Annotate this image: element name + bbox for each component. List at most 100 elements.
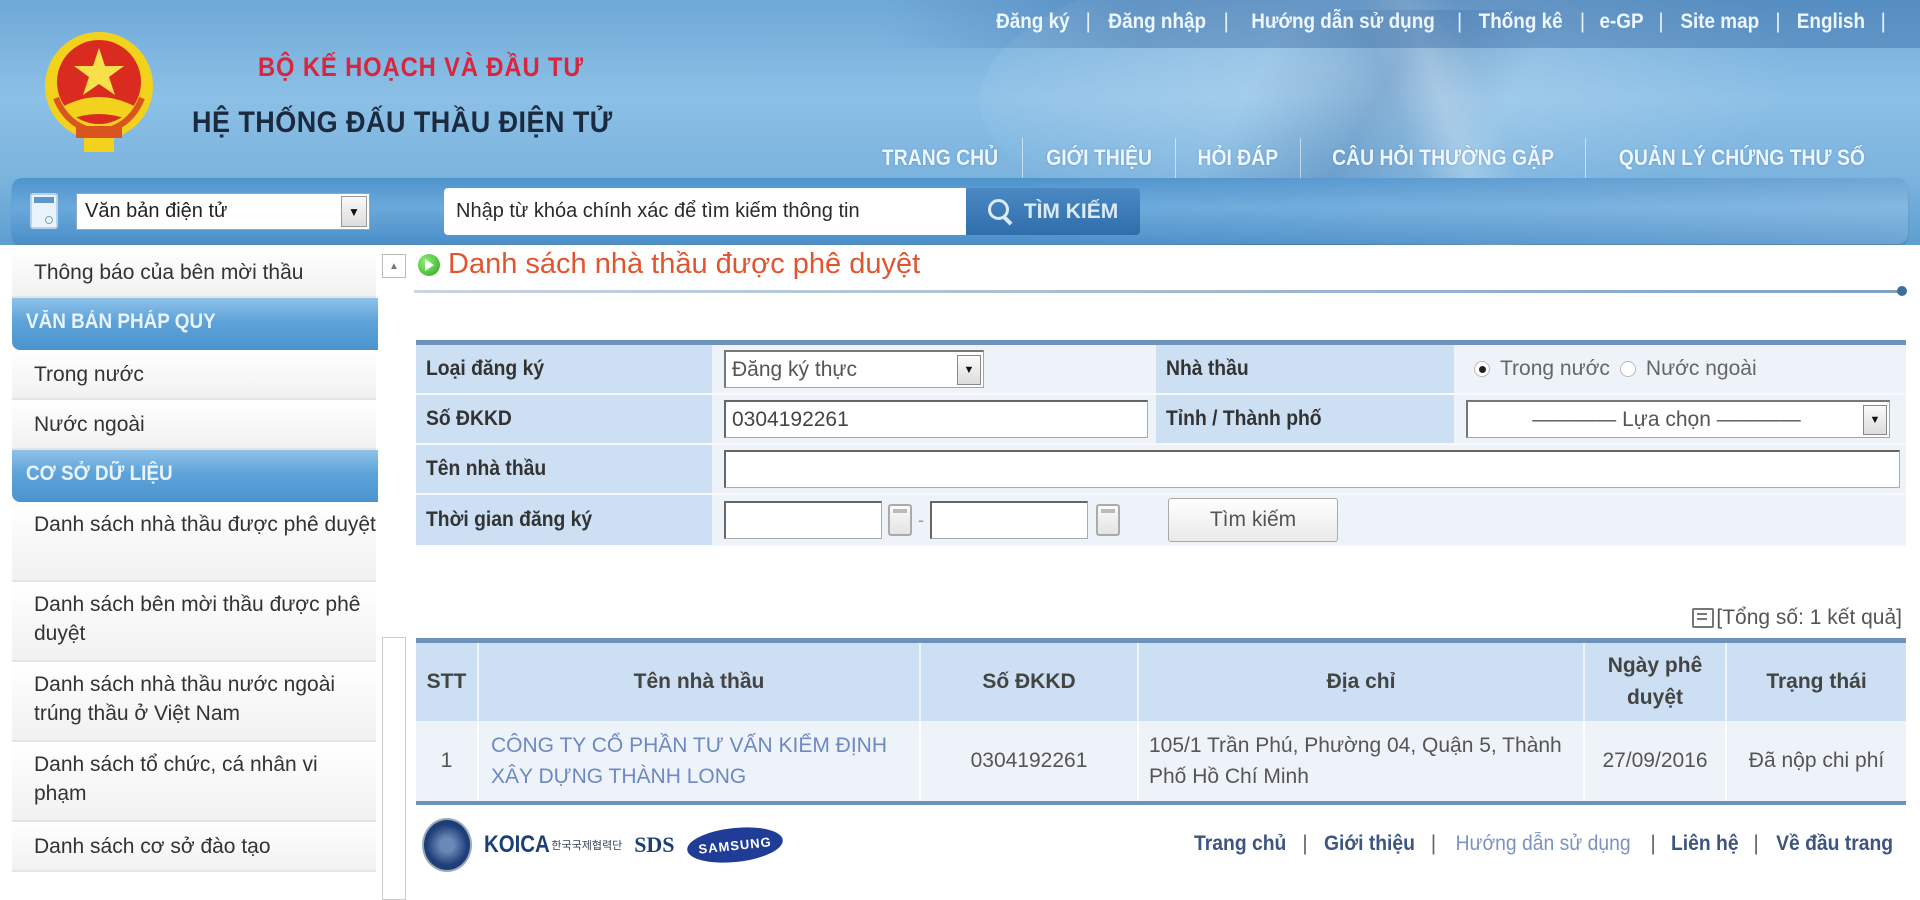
link-login[interactable]: Đăng nhập: [1108, 10, 1206, 34]
label-text: Số ĐKKD: [426, 407, 512, 430]
registration-type-value: Đăng ký thực: [732, 357, 857, 381]
separator: |: [1579, 10, 1586, 33]
business-reg-input[interactable]: [724, 400, 1148, 438]
keyword-search-input[interactable]: [444, 188, 966, 235]
cell-address: 105/1 Trần Phú, Phường 04, Quận 5, Thành…: [1137, 720, 1584, 803]
footer-link-home[interactable]: Trang chủ: [1194, 832, 1286, 856]
nav-faq[interactable]: CÂU HỎI THƯỜNG GẶP: [1318, 145, 1568, 171]
cell-contractor-name: CÔNG TY CỔ PHẦN TƯ VẤN KIỂM ĐỊNH XÂY DỰN…: [477, 720, 920, 803]
province-label: Tỉnh / Thành phố: [1156, 395, 1454, 443]
results-table: STT Tên nhà thầu Số ĐKKD Địa chỉ Ngày ph…: [416, 638, 1906, 805]
sidebar-scrollbar[interactable]: [382, 637, 406, 900]
separator: |: [1775, 10, 1781, 33]
nav-divider: [1585, 138, 1587, 178]
nav-home[interactable]: TRANG CHỦ: [868, 145, 1012, 171]
arrow-right-icon: [418, 253, 440, 276]
nav-qa[interactable]: HỎI ĐÁP: [1184, 145, 1293, 171]
label-text: Nhà thầu: [1166, 357, 1249, 380]
nav-divider: [1300, 138, 1302, 178]
koica-logo: KOICA: [484, 831, 550, 858]
filter-row: Loại đăng ký Đăng ký thực ▼ Nhà thầu Tro…: [416, 345, 1906, 395]
sidebar-item-foreign[interactable]: Nước ngoài: [12, 400, 376, 450]
contractor-name-cell: [712, 445, 1906, 493]
radio-foreign-label[interactable]: Nước ngoài: [1646, 357, 1757, 381]
link-english[interactable]: English: [1796, 10, 1864, 34]
result-count-text: [Tổng số: 1 kết quả]: [1716, 606, 1902, 629]
contractor-name-label: Tên nhà thầu: [416, 445, 712, 493]
collapse-sidebar-button[interactable]: ▲: [382, 254, 406, 278]
document-icon: [30, 193, 58, 229]
registration-type-select[interactable]: Đăng ký thực ▼: [724, 350, 984, 388]
page-title: Danh sách nhà thầu được phê duyệt: [448, 248, 921, 280]
calendar-icon[interactable]: [888, 504, 912, 536]
radio-domestic[interactable]: [1474, 361, 1490, 377]
link-statistics[interactable]: Thống kê: [1479, 10, 1563, 34]
date-range-separator: -: [918, 509, 924, 530]
separator: |: [1880, 10, 1886, 33]
contractor-link[interactable]: CÔNG TY CỔ PHẦN TƯ VẤN KIỂM ĐỊNH XÂY DỰN…: [491, 734, 887, 788]
filter-row: Thời gian đăng ký - Tìm kiếm: [416, 495, 1906, 547]
sidebar-section-legal-documents: VĂN BẢN PHÁP QUY: [12, 298, 378, 350]
registration-time-label: Thời gian đăng ký: [416, 495, 712, 545]
chevron-down-icon[interactable]: ▼: [957, 355, 981, 385]
contractor-origin-cell: Trong nước Nước ngoài: [1454, 345, 1906, 393]
category-select[interactable]: Văn bản điện tử ▼: [76, 193, 370, 230]
calendar-icon[interactable]: [1096, 504, 1120, 536]
separator: |: [1456, 10, 1463, 33]
result-count: [Tổng số: 1 kết quả]: [1692, 606, 1902, 630]
table-header-row: STT Tên nhà thầu Số ĐKKD Địa chỉ Ngày ph…: [416, 640, 1906, 721]
business-reg-cell: [712, 395, 1156, 443]
sidebar-item-domestic[interactable]: Trong nước: [12, 350, 376, 400]
cell-reg-no: 0304192261: [919, 720, 1138, 803]
radio-foreign[interactable]: [1619, 361, 1636, 377]
link-sitemap[interactable]: Site map: [1680, 10, 1759, 34]
footer-link-about[interactable]: Giới thiệu: [1324, 832, 1415, 856]
date-to-input[interactable]: [930, 501, 1088, 539]
sidebar-item-training-centers[interactable]: Danh sách cơ sở đào tạo: [12, 822, 376, 872]
chevron-down-icon[interactable]: ▼: [341, 196, 367, 227]
footer-link-contact[interactable]: Liên hệ: [1671, 832, 1739, 856]
sidebar-item-violators[interactable]: Danh sách tổ chức, cá nhân vi phạm: [12, 742, 376, 822]
registration-type-label: Loại đăng ký: [416, 345, 712, 393]
sds-logo: SDS: [634, 832, 675, 857]
province-select[interactable]: ———— Lựa chọn ———— ▼: [1466, 400, 1890, 438]
system-name: HỆ THỐNG ĐẤU THẦU ĐIỆN TỬ: [192, 106, 613, 139]
cell-status: Đã nộp chi phí: [1725, 720, 1906, 803]
search-button[interactable]: TÌM KIẾM: [966, 188, 1140, 235]
filter-search-button[interactable]: Tìm kiếm: [1168, 498, 1338, 542]
search-bar: Văn bản điện tử ▼ TÌM KIẾM: [12, 178, 1908, 244]
sidebar: Thông báo của bên mời thầu VĂN BẢN PHÁP …: [12, 248, 378, 872]
search-button-label: TÌM KIẾM: [1023, 199, 1119, 223]
footer: KOICA 한국국제협력단 SDS SAMSUNG Trang chủ | Gi…: [416, 800, 1906, 900]
separator: |: [1650, 832, 1656, 855]
date-from-input[interactable]: [724, 501, 882, 539]
footer-link-back-to-top[interactable]: Về đầu trang: [1776, 832, 1893, 856]
table-row: 1 CÔNG TY CỔ PHẦN TƯ VẤN KIỂM ĐỊNH XÂY D…: [416, 720, 1906, 803]
column-header-status: Trạng thái: [1725, 640, 1906, 721]
link-egp[interactable]: e-GP: [1600, 10, 1644, 34]
contractor-name-input[interactable]: [724, 450, 1900, 488]
separator: |: [1302, 832, 1308, 855]
business-reg-label: Số ĐKKD: [416, 395, 712, 443]
column-header-approved-date: Ngày phê duyệt: [1583, 640, 1726, 721]
sidebar-item-approved-contractors[interactable]: Danh sách nhà thầu được phê duyệt: [12, 502, 376, 582]
print-icon[interactable]: [1692, 608, 1715, 628]
chevron-down-icon[interactable]: ▼: [1863, 405, 1887, 435]
contractor-origin-radio-group: Trong nước Nước ngoài: [1454, 357, 1757, 381]
filter-row: Số ĐKKD Tỉnh / Thành phố ———— Lựa chọn —…: [416, 395, 1906, 445]
cell-stt: 1: [416, 720, 478, 803]
radio-domestic-label[interactable]: Trong nước: [1500, 357, 1610, 381]
column-header-stt: STT: [416, 640, 478, 721]
filter-form: Loại đăng ký Đăng ký thực ▼ Nhà thầu Tro…: [416, 340, 1906, 547]
nav-about[interactable]: GIỚI THIỆU: [1032, 145, 1166, 171]
sidebar-item-bidder-notices[interactable]: Thông báo của bên mời thầu: [12, 248, 376, 298]
registration-type-cell: Đăng ký thực ▼: [712, 345, 1156, 393]
link-register[interactable]: Đăng ký: [996, 10, 1070, 34]
province-cell: ———— Lựa chọn ———— ▼: [1454, 395, 1906, 443]
nav-certificate-management[interactable]: QUẢN LÝ CHỨNG THƯ SỐ: [1605, 145, 1879, 171]
link-user-guide[interactable]: Hướng dẫn sử dụng: [1251, 10, 1435, 34]
sidebar-item-foreign-winners[interactable]: Danh sách nhà thầu nước ngoài trúng thầu…: [12, 662, 376, 742]
sidebar-item-approved-bidders[interactable]: Danh sách bên mời thầu được phê duyệt: [12, 582, 376, 662]
ministry-name: BỘ KẾ HOẠCH VÀ ĐẦU TƯ: [258, 52, 584, 82]
footer-link-user-guide[interactable]: Hướng dẫn sử dụng: [1456, 832, 1631, 856]
